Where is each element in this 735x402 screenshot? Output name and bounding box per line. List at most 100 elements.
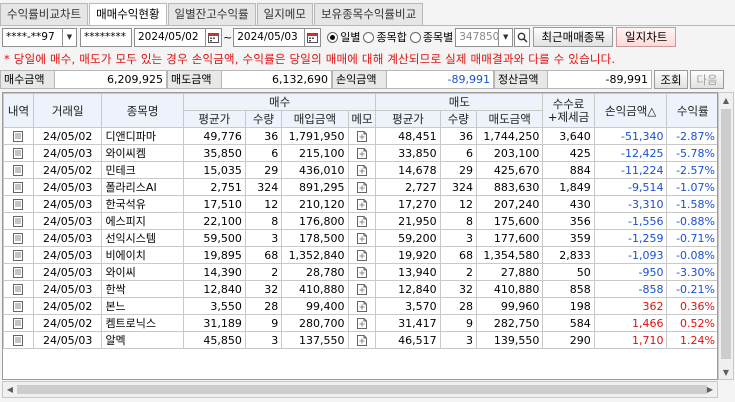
stock-code-input[interactable]: 347850: [455, 27, 500, 47]
tab-trade-profit-status[interactable]: 매매수익현황: [89, 3, 167, 26]
memo-icon[interactable]: [347, 229, 377, 247]
cell-sell-amount: 410,880: [475, 280, 544, 298]
radio-stock-sum[interactable]: 종목합: [363, 29, 407, 45]
header-sell-amount[interactable]: 매도금액: [475, 110, 544, 128]
cell-stock-name: 한국석유: [101, 195, 184, 213]
password-field[interactable]: ********: [80, 27, 132, 47]
table-row[interactable]: 24/05/03 폴라리스AI 2,751 324 891,295 2,727 324 883…: [3, 178, 717, 196]
calendar-icon[interactable]: [206, 27, 222, 47]
header-trade-date[interactable]: 거래일: [32, 93, 103, 128]
vertical-scroll-thumb[interactable]: [721, 109, 731, 359]
journal-chart-button[interactable]: 일지차트: [616, 27, 677, 47]
table-row[interactable]: 24/05/02 켐트로닉스 31,189 9 280,700 31,417 9 282,75…: [3, 314, 717, 332]
header-return-rate[interactable]: 수익률: [666, 93, 717, 128]
cell-sell-qty: 2: [439, 263, 478, 281]
horizontal-scroll-thumb[interactable]: [17, 385, 707, 394]
memo-icon[interactable]: [347, 280, 377, 298]
stock-code-dropdown-icon[interactable]: ▼: [499, 27, 514, 47]
cell-buy-qty: 8: [244, 212, 283, 230]
memo-icon[interactable]: [347, 263, 377, 281]
cell-sell-amount: 139,550: [475, 331, 544, 349]
memo-icon[interactable]: [347, 161, 377, 179]
account-dropdown-icon[interactable]: ▼: [63, 27, 77, 47]
header-buy-avg-price[interactable]: 평균가: [182, 110, 246, 128]
cell-trade-date: 24/05/03: [32, 331, 103, 349]
account-field[interactable]: ****-**97: [2, 27, 63, 47]
table-row[interactable]: 24/05/03 비에이치 19,895 68 1,352,840 19,920 68 1,3…: [3, 246, 717, 264]
tab-bar: 수익률비교차트 매매수익현황 일별잔고수익률 일지메모 보유종목수익률비교: [0, 3, 424, 26]
header-buy-qty[interactable]: 수량: [244, 110, 283, 128]
cell-trade-date: 24/05/03: [32, 178, 103, 196]
cell-sell-qty: 6: [439, 144, 478, 162]
scroll-up-icon[interactable]: ▲: [719, 93, 733, 107]
table-row[interactable]: 24/05/02 디앤디파마 49,776 36 1,791,950 48,451 36 1,…: [3, 127, 717, 145]
detail-icon[interactable]: [3, 280, 34, 298]
cell-stock-name: 폴라리스AI: [101, 178, 184, 196]
end-date-input[interactable]: 2024/05/03: [233, 27, 306, 47]
detail-icon[interactable]: [3, 246, 34, 264]
memo-icon[interactable]: [347, 178, 377, 196]
cell-pnl: -1,556: [593, 212, 668, 230]
cell-stock-name: 켐트로닉스: [101, 314, 184, 332]
radio-by-stock[interactable]: 종목별: [409, 29, 453, 45]
header-stock-name[interactable]: 종목명: [101, 93, 184, 128]
cell-sell-amount: 27,880: [475, 263, 544, 281]
detail-icon[interactable]: [3, 195, 34, 213]
cell-buy-qty: 6: [244, 144, 283, 162]
vertical-scrollbar[interactable]: ▲ ▼: [718, 92, 734, 380]
tab-holding-return-compare[interactable]: 보유종목수익률비교: [313, 3, 424, 25]
memo-icon[interactable]: [347, 246, 377, 264]
memo-icon[interactable]: [347, 331, 377, 349]
cell-pnl: -950: [593, 263, 668, 281]
cell-buy-qty: 324: [244, 178, 283, 196]
table-row[interactable]: 24/05/03 선익시스템 59,500 3 178,500 59,200 3 177,60…: [3, 229, 717, 247]
tab-daily-balance-return[interactable]: 일별잔고수익률: [167, 3, 256, 25]
tab-journal-memo[interactable]: 일지메모: [256, 3, 313, 25]
horizontal-scrollbar[interactable]: ◀ ▶: [2, 381, 718, 398]
scroll-down-icon[interactable]: ▼: [719, 365, 733, 379]
recent-trades-button[interactable]: 최근매매종목: [533, 27, 614, 47]
table-row[interactable]: 24/05/02 본느 3,550 28 99,400 3,570 28 99,960 198 3…: [3, 297, 717, 315]
table-row[interactable]: 24/05/03 알멕 45,850 3 137,550 46,517 3 139,550 29…: [3, 331, 717, 349]
query-button[interactable]: 조회: [654, 70, 688, 89]
next-button[interactable]: 다음: [690, 70, 724, 89]
detail-icon[interactable]: [3, 331, 34, 349]
header-buy-amount[interactable]: 매입금액: [281, 110, 349, 128]
memo-icon[interactable]: [347, 212, 377, 230]
radio-daily[interactable]: 일별: [327, 29, 360, 45]
memo-icon[interactable]: [347, 127, 377, 145]
header-sell-avg-price[interactable]: 평균가: [375, 110, 441, 128]
detail-icon[interactable]: [3, 144, 34, 162]
detail-icon[interactable]: [3, 229, 34, 247]
memo-icon[interactable]: [347, 314, 377, 332]
table-row[interactable]: 24/05/03 와이씨 14,390 2 28,780 13,940 2 27,880 50-…: [3, 263, 717, 281]
memo-icon[interactable]: [347, 144, 377, 162]
cell-buy-amount: 176,800: [281, 212, 349, 230]
table-row[interactable]: 24/05/03 한국석유 17,510 12 210,120 17,270 12 207,2…: [3, 195, 717, 213]
scroll-right-icon[interactable]: ▶: [703, 382, 717, 397]
scroll-left-icon[interactable]: ◀: [3, 382, 17, 397]
memo-icon[interactable]: [347, 195, 377, 213]
start-date-input[interactable]: 2024/05/02: [134, 27, 206, 47]
header-pnl-sorted[interactable]: 손익금액△: [593, 93, 668, 128]
table-row[interactable]: 24/05/03 에스피지 22,100 8 176,800 21,950 8 175,600…: [3, 212, 717, 230]
detail-icon[interactable]: [3, 127, 34, 145]
cell-buy-avg-price: 15,035: [182, 161, 246, 179]
detail-icon[interactable]: [3, 314, 34, 332]
cell-pnl: 1,466: [593, 314, 668, 332]
detail-icon[interactable]: [3, 297, 34, 315]
detail-icon[interactable]: [3, 263, 34, 281]
table-row[interactable]: 24/05/02 민테크 15,035 29 436,010 14,678 29 425,67…: [3, 161, 717, 179]
detail-icon[interactable]: [3, 178, 34, 196]
table-row[interactable]: 24/05/03 한싹 12,840 32 410,880 12,840 32 410,880…: [3, 280, 717, 298]
calendar-icon[interactable]: [305, 27, 322, 47]
tab-return-compare-chart[interactable]: 수익률비교차트: [0, 3, 89, 25]
detail-icon[interactable]: [3, 212, 34, 230]
memo-icon[interactable]: [347, 297, 377, 315]
search-icon[interactable]: [514, 27, 531, 47]
detail-icon[interactable]: [3, 161, 34, 179]
header-sell-qty[interactable]: 수량: [439, 110, 478, 128]
table-row[interactable]: 24/05/03 와이씨켐 35,850 6 215,100 33,850 6 203,100…: [3, 144, 717, 162]
cell-return-rate: -2.87%: [666, 127, 717, 145]
header-fee-tax[interactable]: 수수료 +제세금: [542, 93, 595, 128]
